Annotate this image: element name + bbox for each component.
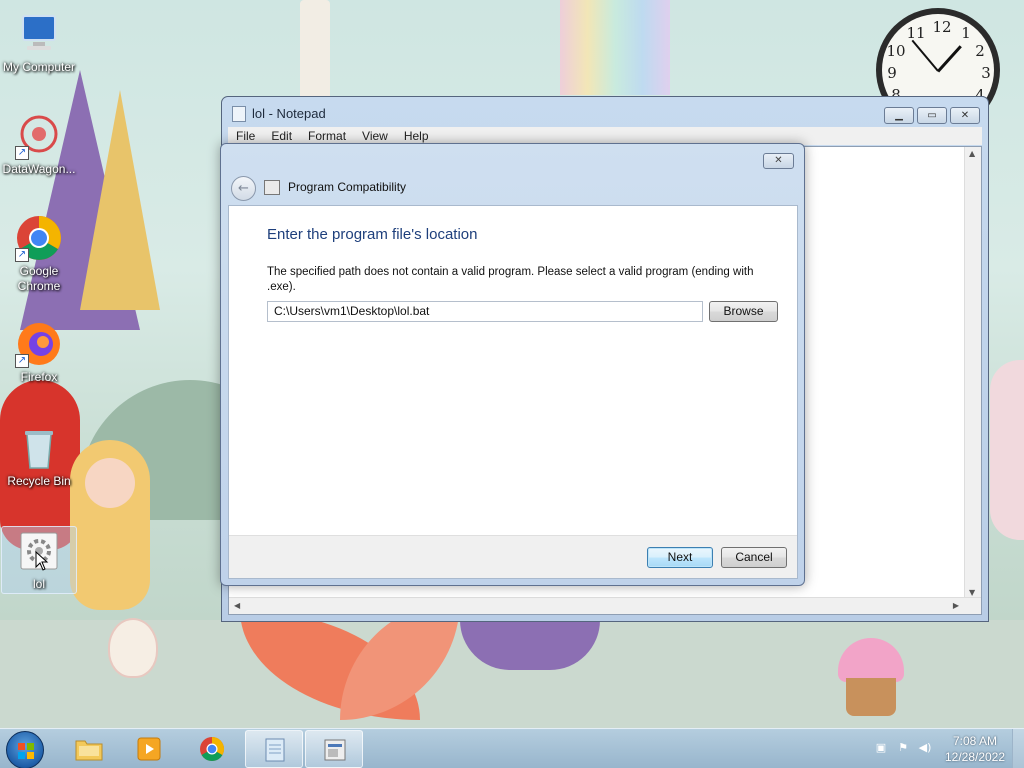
wallpaper-doll (70, 440, 150, 610)
chrome-icon (200, 737, 225, 762)
desktop-icon-label: Firefox (20, 370, 58, 384)
clock-number: 11 (906, 24, 926, 42)
program-compatibility-icon (324, 739, 346, 761)
clock-date: 12/28/2022 (944, 750, 1006, 764)
desktop-icon-firefox[interactable]: ↗ Firefox (1, 320, 77, 385)
error-message: The specified path does not contain a va… (267, 266, 754, 293)
show-desktop-button[interactable] (1012, 729, 1024, 768)
cancel-button[interactable]: Cancel (721, 547, 787, 568)
mouse-cursor-icon (35, 551, 49, 571)
desktop-icon-label: lol (32, 577, 45, 591)
folder-icon (75, 740, 103, 761)
media-player-icon (137, 737, 161, 761)
window-controls: ▁ ▭ ✕ (884, 107, 980, 124)
desktop-icon-label: Google Chrome (17, 264, 61, 293)
network-icon[interactable]: ▣ (874, 741, 888, 755)
wallpaper-cupcake (838, 638, 904, 718)
start-button[interactable] (6, 731, 44, 768)
program-compatibility-dialog[interactable]: ✕ ← Program Compatibility Enter the prog… (220, 143, 805, 586)
wallpaper-mountain (80, 90, 160, 310)
taskbar-program-compatibility[interactable] (305, 730, 363, 768)
program-path-input[interactable]: C:\Users\vm1\Desktop\lol.bat (267, 301, 703, 322)
notepad-icon (265, 738, 285, 762)
system-tray: ▣ ⚑ ◀) 7:08 AM 12/28/2022 (866, 729, 1024, 768)
taskbar-notepad[interactable] (245, 730, 303, 768)
datawagon-icon: ↗ (15, 112, 63, 160)
next-button[interactable]: Next (647, 547, 713, 568)
firefox-icon: ↗ (15, 320, 63, 368)
desktop-icon-my-computer[interactable]: My Computer (1, 10, 77, 75)
chrome-icon: ↗ (15, 214, 63, 262)
desktop-icon-recycle-bin[interactable]: Recycle Bin (1, 424, 77, 489)
dialog-close-button[interactable]: ✕ (763, 153, 794, 169)
clock-number: 1 (961, 24, 971, 42)
desktop-icon-google-chrome[interactable]: ↗ Google Chrome (1, 214, 77, 294)
desktop-icon-datawagon[interactable]: ↗ DataWagon... (1, 112, 77, 177)
close-button[interactable]: ✕ (950, 107, 980, 124)
clock-minute-hand (911, 39, 939, 72)
window-title: lol - Notepad (252, 106, 326, 121)
shortcut-arrow-icon: ↗ (15, 354, 29, 368)
scroll-left-icon[interactable]: ◀ (234, 601, 240, 610)
horizontal-scrollbar[interactable]: ◀ ▶ (229, 597, 981, 614)
shortcut-arrow-icon: ↗ (15, 146, 29, 160)
dialog-footer: Next Cancel (229, 535, 797, 578)
desktop-icon-label: Recycle Bin (7, 474, 71, 488)
recycle-bin-icon (15, 424, 63, 472)
clock-number: 9 (887, 64, 897, 82)
dialog-content: Enter the program file's location The sp… (228, 205, 798, 579)
minimize-button[interactable]: ▁ (884, 107, 914, 124)
desktop-icon-label: DataWagon... (2, 162, 76, 176)
dialog-title: Program Compatibility (288, 180, 407, 194)
program-compatibility-icon (264, 180, 280, 195)
taskbar-windows-explorer[interactable] (60, 730, 118, 768)
scroll-up-icon[interactable]: ▲ (969, 149, 975, 158)
windows-logo-icon (18, 743, 34, 759)
back-arrow-icon[interactable]: ← (231, 176, 256, 201)
shortcut-arrow-icon: ↗ (15, 248, 29, 262)
clock-time: 7:08 AM (952, 734, 998, 748)
desktop-icon-label: My Computer (2, 60, 76, 74)
vertical-scrollbar[interactable]: ▲ ▼ (964, 147, 981, 599)
notepad-app-icon (232, 106, 246, 122)
clock-number: 2 (975, 42, 985, 60)
wallpaper-rainbow (560, 0, 670, 95)
maximize-button[interactable]: ▭ (917, 107, 947, 124)
wallpaper-hill (990, 360, 1024, 540)
browse-button[interactable]: Browse (709, 301, 778, 322)
clock-hour-hand (936, 45, 962, 73)
taskbar-media-player[interactable] (120, 730, 178, 768)
clock-number: 10 (886, 42, 906, 60)
clock-number: 3 (981, 64, 991, 82)
computer-icon (15, 10, 63, 58)
wallpaper-tree (300, 0, 330, 100)
taskbar-google-chrome[interactable] (183, 730, 241, 768)
taskbar: ▣ ⚑ ◀) 7:08 AM 12/28/2022 (0, 728, 1024, 768)
wallpaper-bird (108, 618, 158, 678)
scroll-right-icon[interactable]: ▶ (953, 601, 959, 610)
clock-number: 12 (932, 18, 952, 36)
scroll-down-icon[interactable]: ▼ (969, 588, 975, 597)
volume-icon[interactable]: ◀) (918, 741, 932, 755)
action-center-icon[interactable]: ⚑ (896, 741, 910, 755)
clock-time-date[interactable]: 7:08 AM 12/28/2022 (938, 733, 1012, 765)
dialog-heading: Enter the program file's location (267, 226, 478, 243)
